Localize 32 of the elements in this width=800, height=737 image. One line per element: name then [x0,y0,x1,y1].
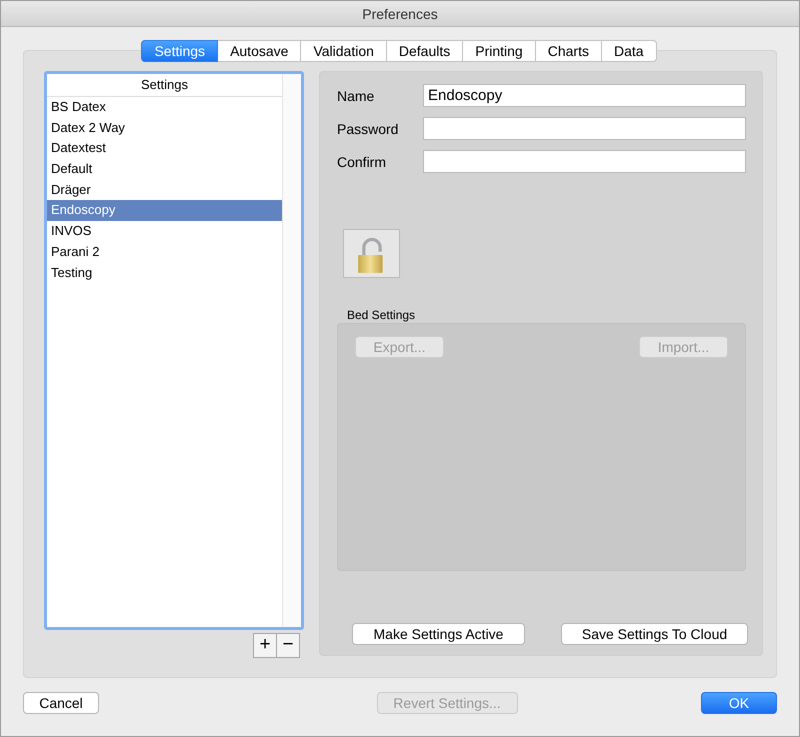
tab[interactable]: Data [602,40,657,62]
list-item[interactable]: BS Datex [47,97,282,118]
list-item[interactable]: INVOS [47,221,282,242]
input-field[interactable]: Endoscopy [423,84,746,107]
list-item[interactable]: Endoscopy [47,200,282,222]
list-item[interactable]: Parani 2 [47,242,282,262]
field-label: Password [337,120,400,136]
push-button[interactable]: Save Settings To Cloud [561,623,748,645]
lock-button[interactable] [343,229,400,278]
push-button[interactable]: Cancel [23,692,99,714]
window-title: Preferences [362,6,438,22]
list-item[interactable]: Testing [47,262,282,284]
push-button[interactable]: OK [701,692,777,714]
list-item[interactable]: Datex 2 Way [47,118,282,138]
field-label: Confirm [337,154,388,170]
column-header: Settings [47,74,282,97]
list-item[interactable]: Dräger [47,180,282,200]
input-field[interactable] [423,117,746,140]
list-item[interactable]: Default [47,159,282,180]
add-button[interactable]: + [253,633,277,658]
tab[interactable]: Charts [536,40,602,62]
input-field[interactable] [423,150,746,173]
field-label: Name [337,88,376,104]
tab[interactable]: Defaults [386,40,464,62]
tab[interactable]: Settings [141,40,218,62]
tab[interactable]: Autosave [218,40,302,62]
group-title: Bed Settings [347,308,416,322]
tab[interactable]: Validation [301,40,387,62]
list-item[interactable]: Datextest [47,138,282,160]
push-button[interactable]: Make Settings Active [352,623,525,645]
tab[interactable]: Printing [463,40,536,62]
remove-button[interactable]: − [277,633,300,658]
